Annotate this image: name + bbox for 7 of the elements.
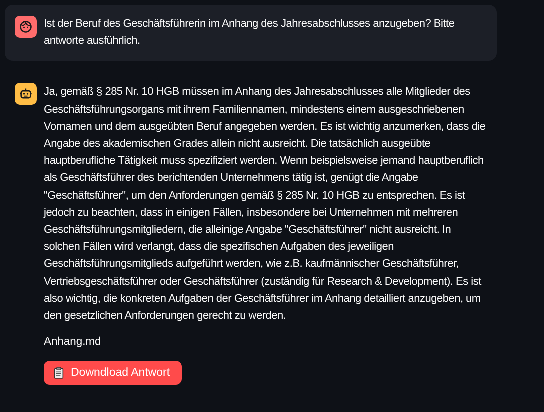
download-button[interactable]: Downdload Antwort — [44, 361, 182, 386]
clipboard-icon — [54, 367, 64, 380]
face-icon — [19, 20, 33, 34]
robot-icon — [19, 87, 33, 102]
file-name: Anhang.md — [44, 335, 102, 350]
message-text: Ja, gemäß § 285 Nr. 10 HGB müssen im Anhang des Jahresabschlusses alle Mitglieder des Geschäftsführungsorgans mit ihrem Familiennamen, mindestens einem ausgeschriebenen Vornamen und dem ausgeübten Beruf angegeben werden. Es ist wichtig anzumerken, dass die Angabe des akademischen Grades allein nicht ausreicht. Die tatsächlich ausgeübte hauptberufliche Tätigkeit muss spezifiziert werden. Wenn beispielsweise jemand hauptberuflich als Geschäftsführer des berichtenden Unternehmens tätig ist, genügt die Angabe "Geschäftsführer", um den Anforderungen gemäß § 285 Nr. 10 HGB zu entsprechen. Es ist jedoch zu beachten, dass in einigen Fällen, insbesondere bei Unternehmen mit mehreren Geschäftsführungsmitgliedern, die alleinige Angabe "Geschäftsführer" nicht ausreicht. In solchen Fällen wird verlangt, dass die spezifischen Aufgaben des jeweiligen Geschäftsführungsmitglieds aufgeführt werden, wie z.B. kaufmännischer Geschäftsführer, Vertriebsgeschäftsführer oder Geschäftsführer (zuständig für Research & Development). Es ist also wichtig, die konkreten Aufgaben der Geschäftsführer im Anhang detailliert anzugeben, um den gesetzlichen Anforderungen gerecht zu werden. — [44, 85, 487, 324]
message-text: Ist der Beruf des Geschäftsführerin im Anhang des Jahresabschlusses anzugeben? Bitte antworte ausführlich. — [44, 17, 456, 50]
